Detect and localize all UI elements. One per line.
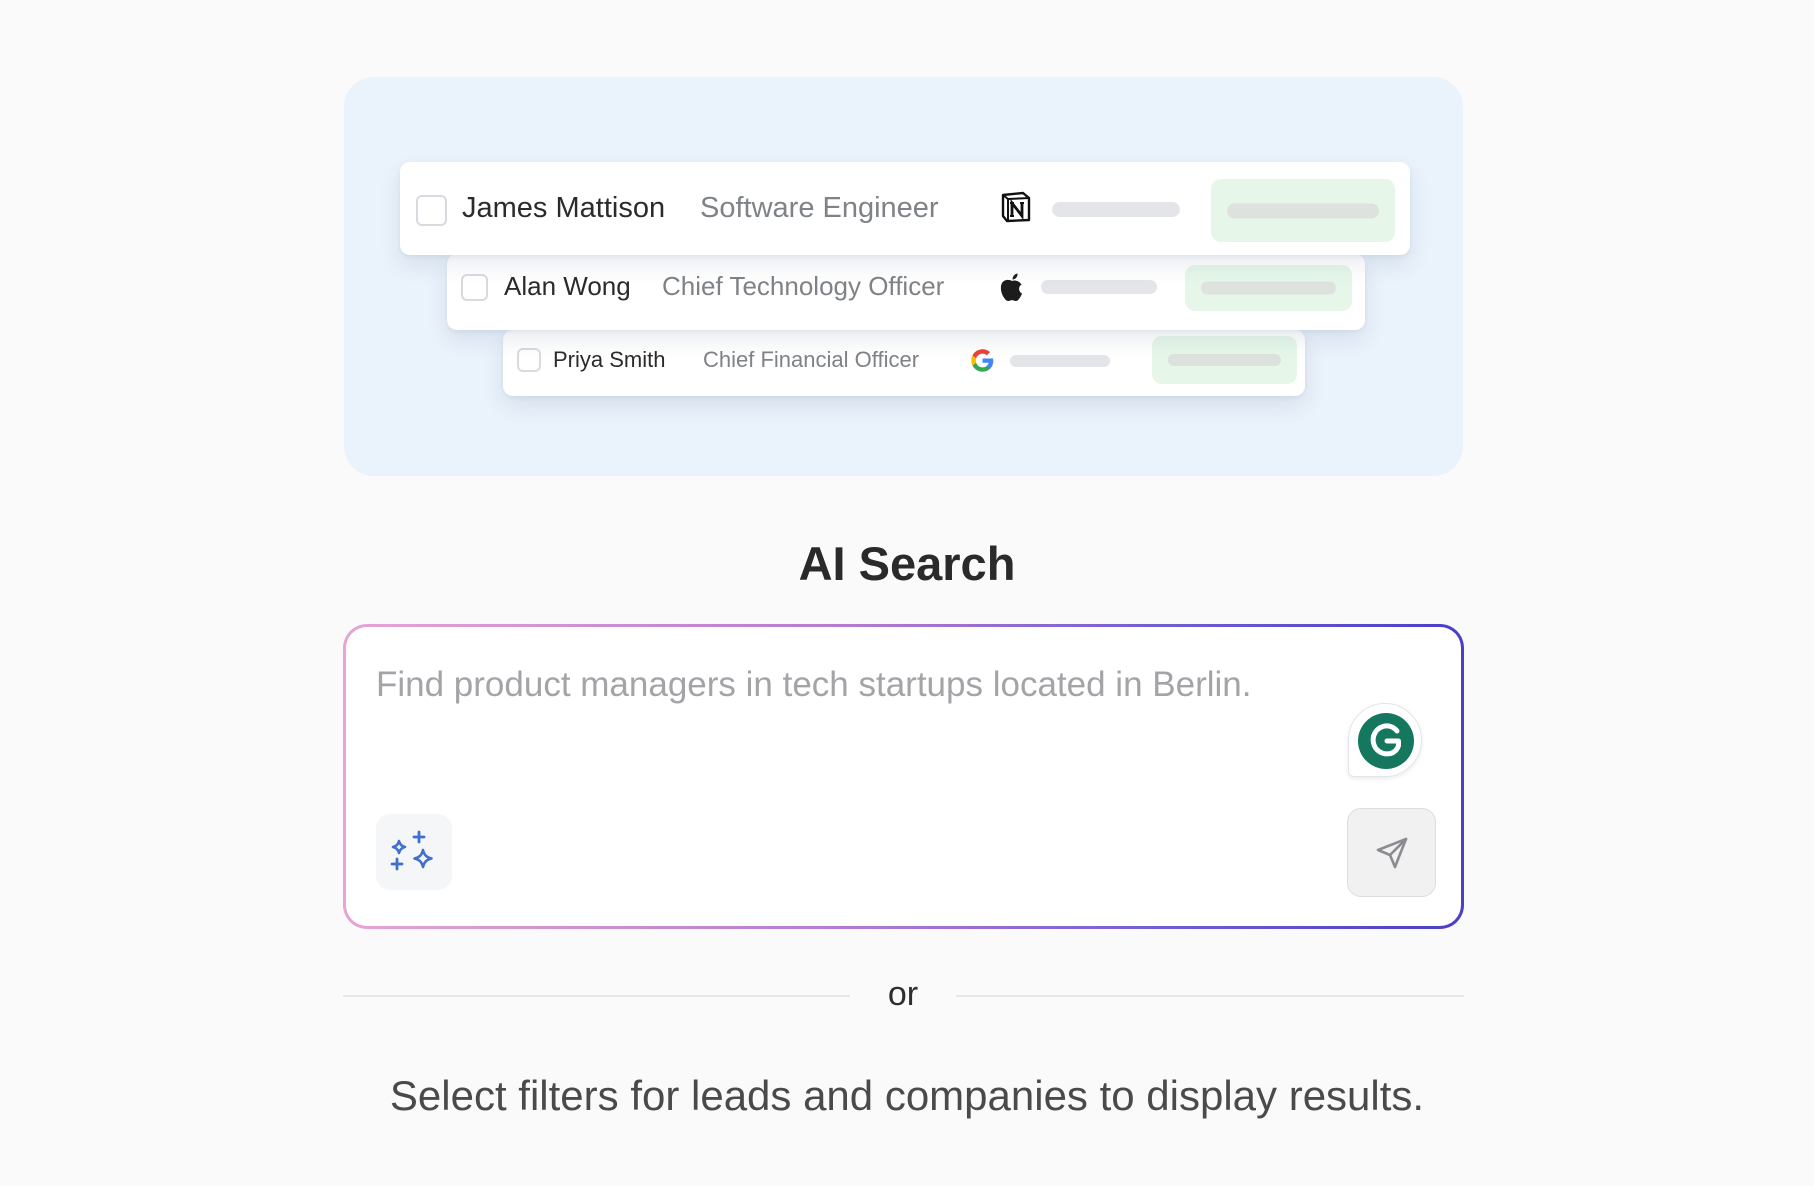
lead-checkbox[interactable]: [517, 348, 541, 372]
lead-role: Chief Technology Officer: [662, 271, 945, 301]
apple-icon: [998, 272, 1026, 302]
search-input-area[interactable]: Find product managers in tech startups l…: [346, 627, 1461, 926]
lead-name: Alan Wong: [504, 271, 631, 301]
notion-icon: [999, 190, 1033, 224]
divider-line: [343, 995, 850, 997]
lead-role: Software Engineer: [700, 192, 939, 224]
status-pill: [1185, 265, 1352, 311]
sparkles-icon: [390, 830, 433, 871]
lead-name: James Mattison: [462, 192, 666, 224]
grammarly-icon[interactable]: [1348, 703, 1422, 777]
google-icon: [969, 347, 996, 374]
send-icon: [1376, 837, 1408, 869]
empty-state-hint: Select filters for leads and companies t…: [389, 1072, 1425, 1119]
placeholder-bar: [1052, 202, 1180, 217]
search-input[interactable]: Find product managers in tech startups l…: [376, 665, 1316, 705]
status-pill: [1211, 179, 1395, 242]
ai-search-box[interactable]: Find product managers in tech startups l…: [343, 624, 1464, 929]
placeholder-bar: [1041, 280, 1157, 294]
lead-card: Priya Smith Chief Financial Officer: [503, 330, 1305, 396]
divider-line: [956, 995, 1464, 997]
status-pill: [1152, 336, 1297, 384]
page: James Mattison Software Engineer Alan Wo…: [0, 0, 1814, 1186]
send-button[interactable]: [1347, 808, 1436, 897]
page-title: AI Search: [798, 537, 1016, 590]
ai-sparkle-button[interactable]: [376, 814, 452, 890]
lead-name: Priya Smith: [553, 347, 666, 372]
lead-card: Alan Wong Chief Technology Officer: [447, 254, 1365, 330]
divider-label: or: [887, 975, 919, 1013]
placeholder-bar: [1010, 355, 1110, 367]
lead-checkbox[interactable]: [416, 195, 447, 226]
lead-checkbox[interactable]: [461, 274, 488, 301]
lead-role: Chief Financial Officer: [703, 347, 920, 372]
lead-card: James Mattison Software Engineer: [400, 162, 1410, 255]
